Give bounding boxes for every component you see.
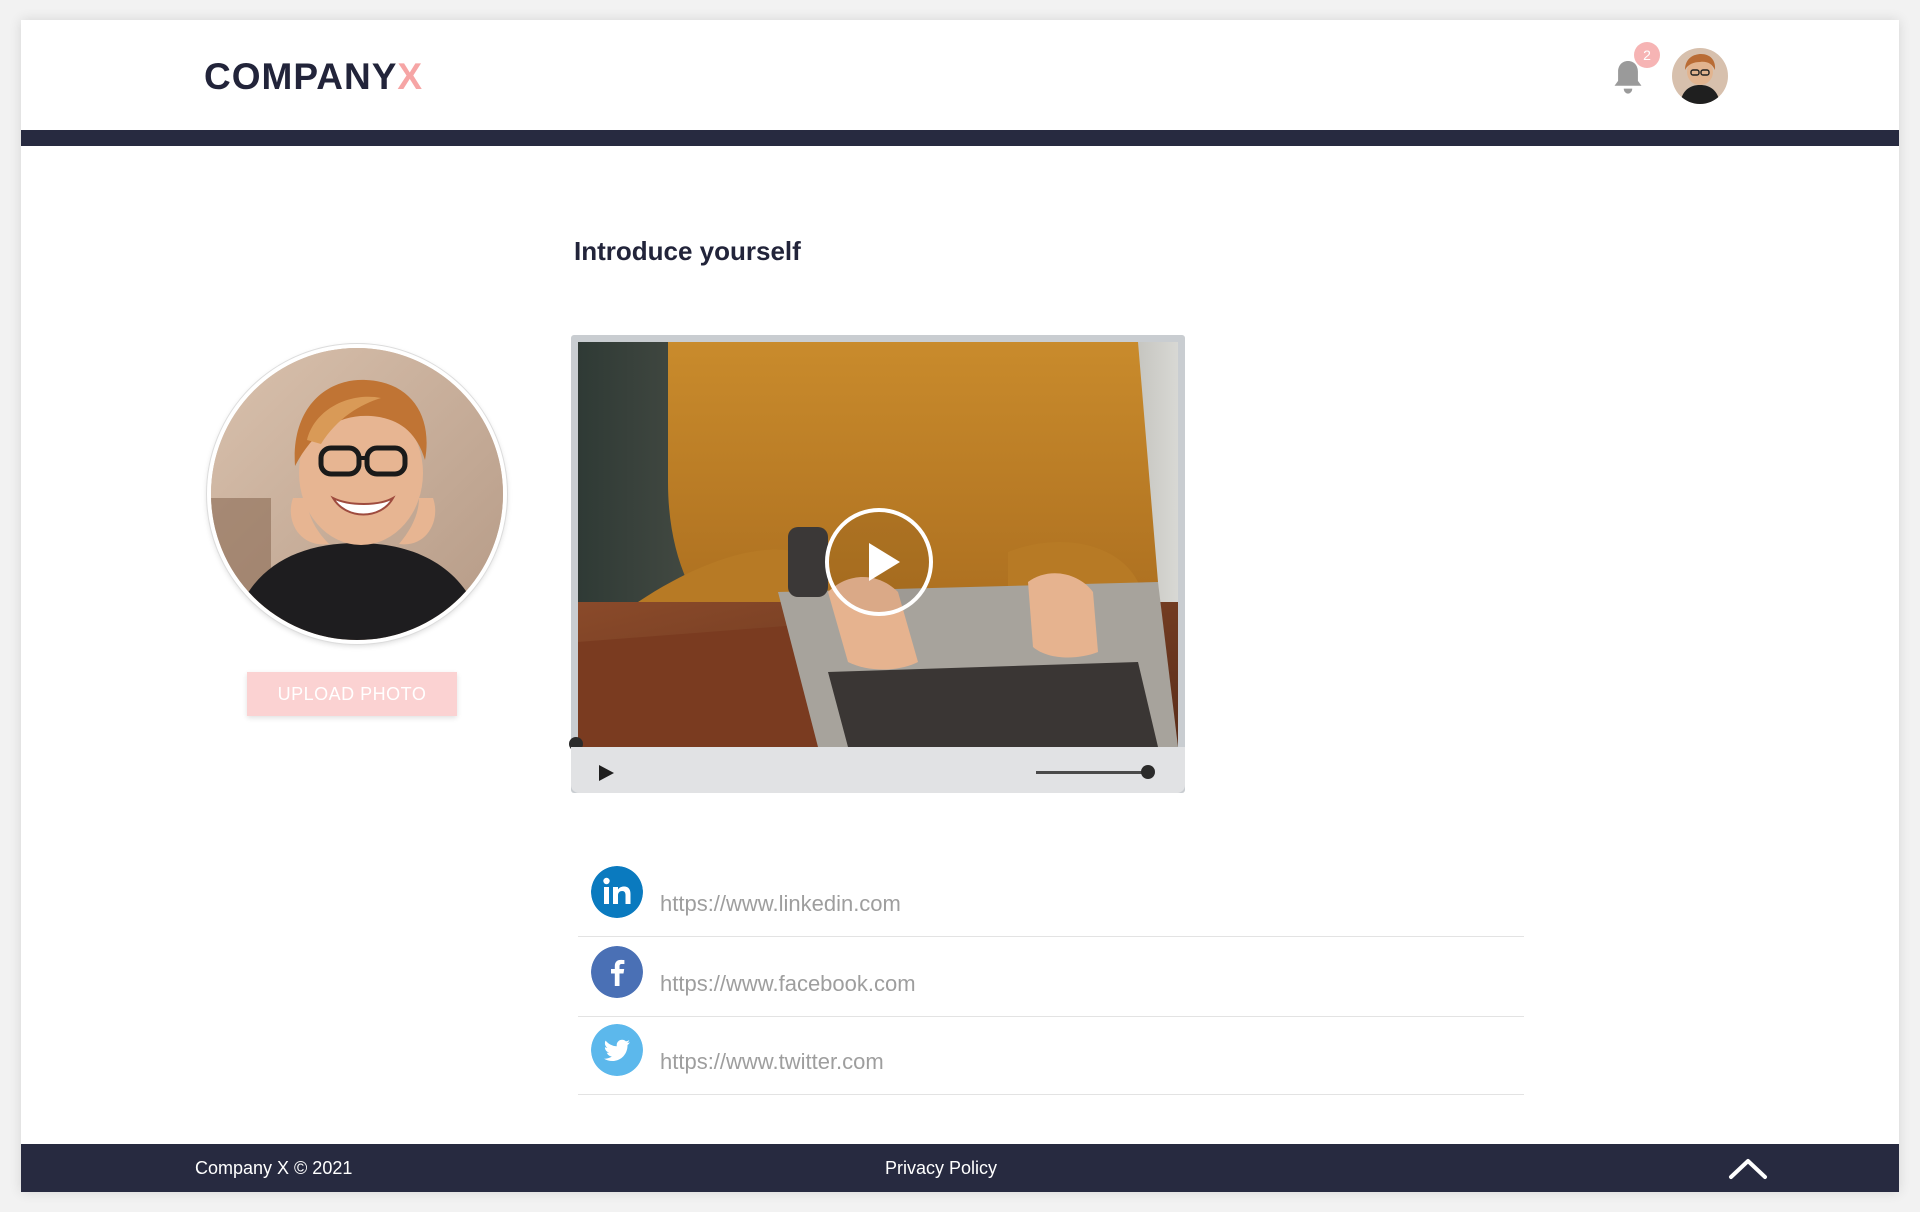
- footer: Company X © 2021 Privacy Policy: [21, 1144, 1899, 1192]
- volume-slider[interactable]: [1036, 771, 1146, 774]
- upload-photo-button[interactable]: UPLOAD PHOTO: [247, 672, 457, 716]
- profile-photo: [207, 344, 507, 644]
- linkedin-url-input[interactable]: [658, 888, 1502, 920]
- profile-image: [211, 348, 503, 640]
- social-row-twitter: [578, 1016, 1524, 1095]
- social-row-facebook: [578, 938, 1524, 1017]
- logo-text: COMPANY: [204, 56, 398, 97]
- logo-accent: X: [397, 56, 424, 97]
- notification-badge: 2: [1634, 42, 1660, 68]
- page-title: Introduce yourself: [574, 236, 801, 266]
- video-frame[interactable]: [578, 342, 1178, 747]
- user-avatar[interactable]: [1672, 48, 1728, 104]
- header: COMPANYX 2: [21, 20, 1899, 130]
- chevron-up-icon[interactable]: [1728, 1156, 1768, 1180]
- linkedin-icon: [591, 866, 643, 918]
- volume-handle[interactable]: [1141, 765, 1155, 779]
- facebook-icon: [591, 946, 643, 998]
- app-frame: COMPANYX 2 Introduce yourself UPLOAD PHO…: [21, 20, 1899, 1192]
- facebook-url-input[interactable]: [658, 968, 1502, 1000]
- social-row-linkedin: [578, 858, 1524, 937]
- header-divider: [21, 130, 1899, 146]
- copyright-text: Company X © 2021: [195, 1158, 353, 1178]
- video-player[interactable]: [569, 335, 1185, 793]
- play-icon[interactable]: [597, 764, 615, 782]
- twitter-icon: [591, 1024, 643, 1076]
- video-controls: [571, 747, 1185, 793]
- twitter-url-input[interactable]: [658, 1046, 1502, 1078]
- logo[interactable]: COMPANYX: [204, 56, 423, 98]
- avatar-image: [1672, 48, 1728, 104]
- privacy-policy-link[interactable]: Privacy Policy: [885, 1158, 997, 1179]
- play-overlay-icon[interactable]: [824, 507, 934, 617]
